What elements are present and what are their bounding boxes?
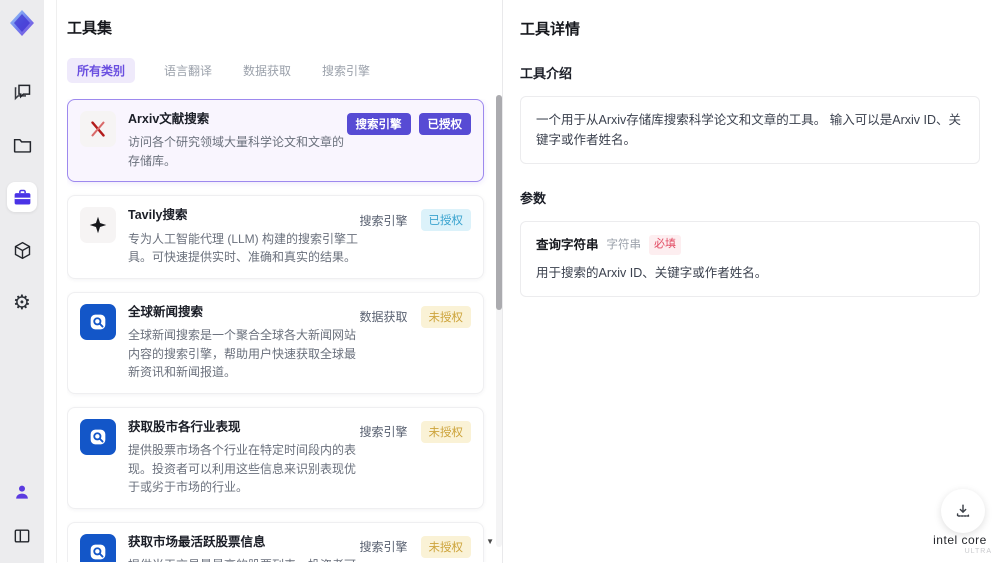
status-badge: 未授权 bbox=[420, 305, 471, 328]
stock-tool-logo-icon bbox=[80, 533, 116, 562]
tool-card-sector-performance[interactable]: 获取股市各行业表现 提供股票市场各个行业在特定时间段内的表现。投资者可以利用这些… bbox=[67, 406, 484, 509]
news-search-logo-icon bbox=[80, 303, 116, 340]
tab-translation[interactable]: 语言翻译 bbox=[162, 58, 214, 83]
tool-card-list: Arxiv文献搜索 访问各个研究领域大量科学论文和文章的存储库。 搜索引擎 已授… bbox=[67, 99, 496, 562]
app-logo-icon bbox=[7, 8, 37, 38]
download-icon bbox=[956, 504, 970, 517]
cube-icon bbox=[14, 241, 30, 259]
intro-heading: 工具介绍 bbox=[520, 66, 573, 81]
tab-all-categories[interactable]: 所有类别 bbox=[67, 58, 136, 83]
tool-description: 全球新闻搜索是一个聚合全球各大新闻网站内容的搜索引擎，帮助用户快速获取全球最新资… bbox=[128, 328, 357, 380]
folder-icon bbox=[13, 138, 31, 153]
tool-card-global-news[interactable]: 全球新闻搜索 全球新闻搜索是一个聚合全球各大新闻网站内容的搜索引擎，帮助用户快速… bbox=[67, 291, 484, 394]
sidebar-item-chat[interactable] bbox=[7, 76, 37, 106]
tool-card-most-active-stocks[interactable]: 获取市场最活跃股票信息 提供当天交易量最高的股票列表。投资者可以利用这些信息来识… bbox=[67, 521, 484, 562]
person-icon bbox=[16, 485, 28, 499]
app-window: ⚙ 工具集 所有类别 语言翻译 数据获取 搜索引擎 Arxiv文献搜索 访问各个… bbox=[0, 0, 1000, 563]
gear-icon: ⚙ bbox=[13, 292, 31, 314]
tool-name: 获取市场最活跃股票信息 bbox=[128, 534, 266, 549]
tool-name: 获取股市各行业表现 bbox=[128, 419, 241, 434]
intel-core-logo: intel core ULTRA bbox=[933, 533, 992, 555]
params-heading: 参数 bbox=[520, 191, 547, 206]
tool-description: 访问各个研究领域大量科学论文和文章的存储库。 bbox=[128, 135, 345, 168]
tool-description: 专为人工智能代理 (LLM) 构建的搜索引擎工具。可快速提供实时、准确和真实的结… bbox=[128, 231, 359, 265]
category-tabs: 所有类别 语言翻译 数据获取 搜索引擎 bbox=[67, 58, 496, 83]
status-badge: 已授权 bbox=[420, 209, 471, 232]
tool-card-arxiv[interactable]: Arxiv文献搜索 访问各个研究领域大量科学论文和文章的存储库。 搜索引擎 已授… bbox=[67, 99, 484, 183]
param-box: 查询字符串 字符串 必填 用于搜索的Arxiv ID、关键字或作者姓名。 bbox=[520, 221, 980, 297]
category-label: 搜索引擎 bbox=[359, 540, 408, 555]
status-badge: 未授权 bbox=[420, 420, 471, 443]
tavily-logo-icon bbox=[80, 207, 116, 244]
panel-toggle-icon bbox=[14, 529, 30, 543]
tool-card-tavily[interactable]: Tavily搜索 专为人工智能代理 (LLM) 构建的搜索引擎工具。可快速提供实… bbox=[67, 195, 484, 279]
detail-title: 工具详情 bbox=[520, 21, 581, 38]
status-badge: 未授权 bbox=[420, 535, 471, 558]
sidebar-item-files[interactable] bbox=[7, 129, 37, 159]
tool-detail-panel: 工具详情 工具介绍 一个用于从Arxiv存储库搜索科学论文和文章的工具。 输入可… bbox=[503, 0, 1000, 563]
tab-data-fetch[interactable]: 数据获取 bbox=[241, 58, 293, 83]
category-label: 数据获取 bbox=[359, 310, 408, 325]
param-required-badge: 必填 bbox=[649, 235, 682, 255]
status-badge: 已授权 bbox=[418, 113, 471, 135]
category-label: 搜索引擎 bbox=[359, 425, 408, 440]
page-title: 工具集 bbox=[67, 20, 113, 37]
param-type: 字符串 bbox=[606, 238, 642, 251]
tool-name: 全球新闻搜索 bbox=[128, 304, 204, 319]
download-button[interactable] bbox=[941, 489, 985, 533]
param-name: 查询字符串 bbox=[536, 238, 599, 252]
stock-tool-logo-icon bbox=[80, 418, 116, 455]
scroll-down-arrow-icon[interactable]: ▼ bbox=[486, 538, 494, 546]
sidebar-item-settings[interactable]: ⚙ bbox=[7, 288, 37, 318]
sidebar: ⚙ bbox=[0, 0, 44, 563]
collapse-panel-button[interactable] bbox=[7, 521, 37, 551]
briefcase-icon bbox=[14, 189, 30, 204]
user-avatar[interactable] bbox=[7, 477, 37, 507]
tab-search-engine[interactable]: 搜索引擎 bbox=[320, 58, 372, 83]
tool-list-panel: 工具集 所有类别 语言翻译 数据获取 搜索引擎 Arxiv文献搜索 访问各个研究… bbox=[57, 0, 502, 563]
category-label: 搜索引擎 bbox=[359, 213, 408, 228]
tool-name: Tavily搜索 bbox=[128, 208, 188, 223]
arxiv-logo-icon bbox=[80, 111, 116, 147]
tool-name: Arxiv文献搜索 bbox=[128, 112, 210, 126]
tool-description: 提供股票市场各个行业在特定时间段内的表现。投资者可以利用这些信息来识别表现优于或… bbox=[128, 443, 357, 495]
intro-box: 一个用于从Arxiv存储库搜索科学论文和文章的工具。 输入可以是Arxiv ID… bbox=[520, 96, 980, 164]
param-description: 用于搜索的Arxiv ID、关键字或作者姓名。 bbox=[536, 266, 768, 280]
category-badge: 搜索引擎 bbox=[346, 113, 411, 135]
tool-description: 提供当天交易量最高的股票列表。投资者可以利用这些信息来识别流动性强的股票和潜在的… bbox=[128, 556, 359, 562]
sidebar-item-tools[interactable] bbox=[7, 182, 37, 212]
chat-icon bbox=[14, 84, 30, 100]
sidebar-item-models[interactable] bbox=[7, 235, 37, 265]
